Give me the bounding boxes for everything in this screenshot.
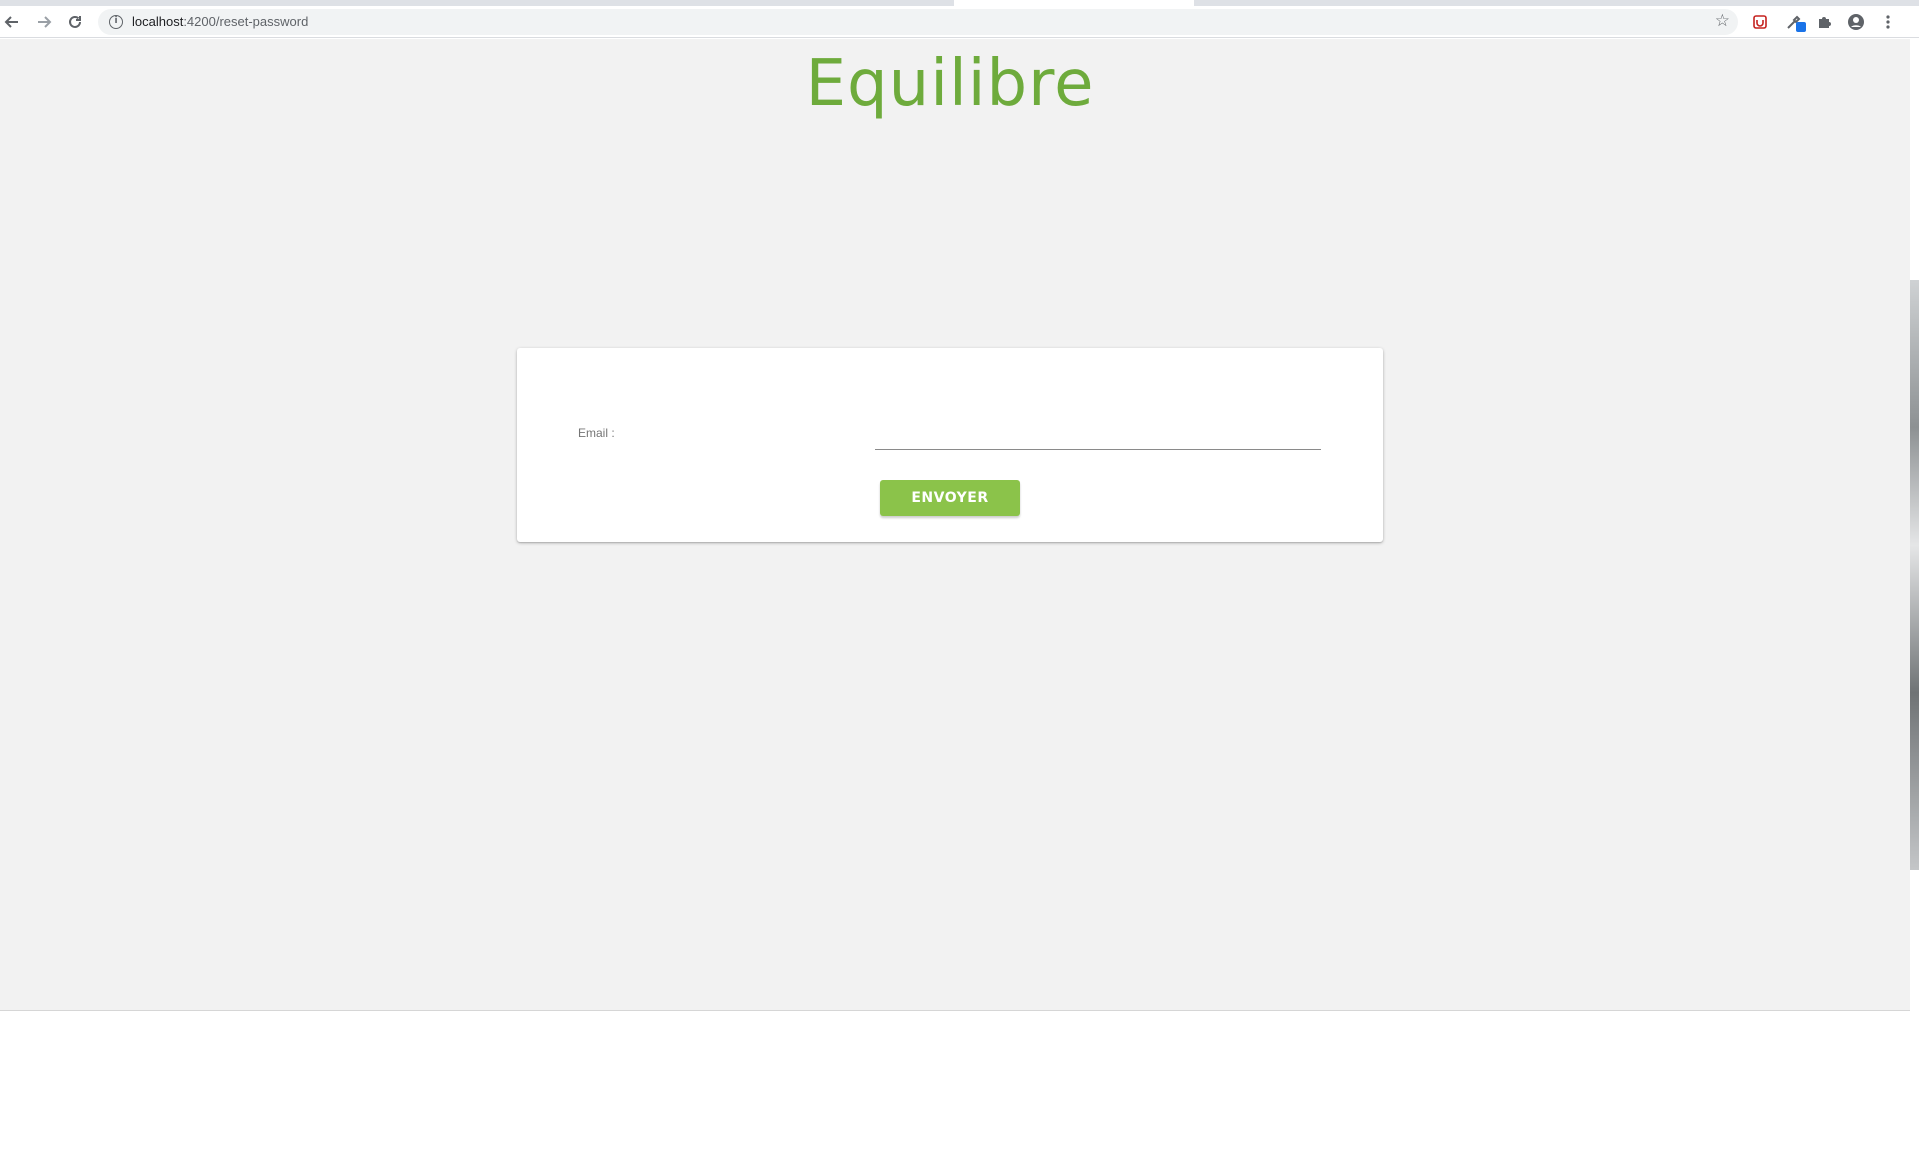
puzzle-icon[interactable]	[1812, 10, 1836, 34]
page-viewport: Equilibre Email : ENVOYER	[0, 39, 1910, 1011]
reset-password-card: Email : ENVOYER	[517, 348, 1383, 542]
url-host: localhost	[132, 14, 184, 29]
url-text[interactable]: localhost:4200/reset-password	[132, 14, 308, 29]
arrow-left-icon	[4, 16, 18, 28]
background-edge	[1910, 280, 1919, 870]
back-button[interactable]	[0, 10, 24, 34]
email-label: Email :	[578, 426, 615, 440]
send-button[interactable]: ENVOYER	[880, 480, 1020, 516]
arrow-right-icon	[38, 16, 52, 28]
url-path: :4200/reset-password	[183, 14, 309, 29]
shield-extension-icon[interactable]	[1748, 10, 1772, 34]
address-bar[interactable]: i localhost:4200/reset-password ☆	[98, 9, 1738, 35]
extension-badge	[1796, 22, 1806, 32]
account-icon[interactable]	[1844, 10, 1868, 34]
brand-title: Equilibre	[805, 47, 1095, 121]
eyedropper-extension-icon[interactable]	[1782, 10, 1806, 34]
reload-icon	[69, 15, 81, 28]
email-field[interactable]	[875, 416, 1321, 450]
reload-button[interactable]	[63, 10, 87, 34]
menu-icon[interactable]	[1876, 10, 1900, 34]
info-icon[interactable]: i	[109, 15, 123, 29]
star-icon[interactable]: ☆	[1715, 11, 1730, 31]
browser-toolbar: i localhost:4200/reset-password ☆	[0, 6, 1919, 38]
forward-button[interactable]	[32, 10, 56, 34]
